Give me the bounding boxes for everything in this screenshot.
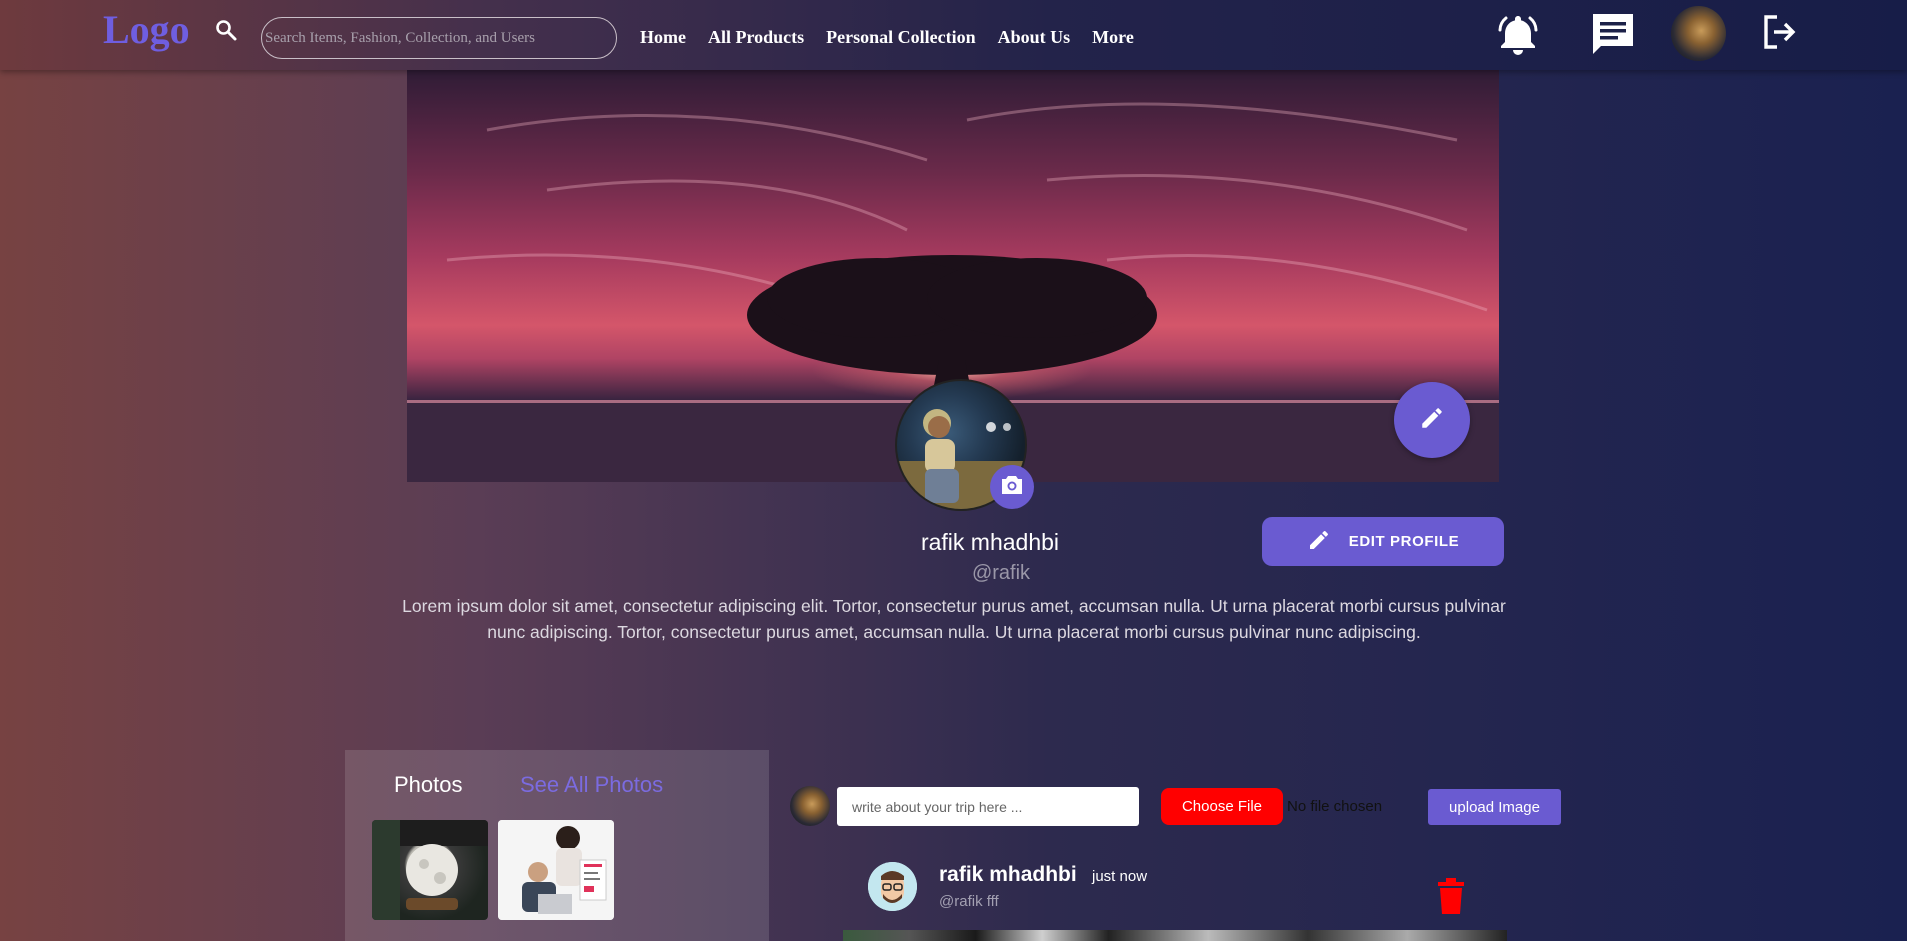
post-timestamp: just now bbox=[1092, 868, 1148, 885]
post-author-handle: @rafik fff bbox=[939, 893, 999, 910]
logout-icon[interactable] bbox=[1761, 13, 1797, 56]
post-author-avatar bbox=[868, 862, 917, 911]
search-input[interactable] bbox=[261, 17, 617, 59]
avatar[interactable] bbox=[1671, 6, 1726, 61]
photos-title: Photos bbox=[394, 772, 463, 797]
edit-profile-label: EDIT PROFILE bbox=[1348, 533, 1460, 550]
nav-link-about-us[interactable]: About Us bbox=[998, 27, 1071, 48]
top-navbar: Logo Home All Products Personal Collecti… bbox=[0, 0, 1907, 70]
search-icon[interactable] bbox=[214, 18, 238, 42]
post-author-name[interactable]: rafik mhadhbi bbox=[939, 863, 1077, 887]
pencil-icon bbox=[1307, 528, 1331, 556]
camera-icon bbox=[1000, 474, 1024, 501]
see-all-photos-link[interactable]: See All Photos bbox=[520, 772, 663, 798]
post-text-input[interactable] bbox=[837, 787, 1139, 826]
nav-link-personal-collection[interactable]: Personal Collection bbox=[826, 27, 975, 48]
profile-name: rafik mhadhbi bbox=[920, 529, 1060, 555]
profile-bio: Lorem ipsum dolor sit amet, consectetur … bbox=[402, 596, 1506, 642]
photo-thumbnail[interactable] bbox=[498, 820, 614, 920]
profile-handle: @rafik bbox=[971, 562, 1031, 584]
composer-avatar bbox=[790, 786, 830, 826]
nav-link-all-products[interactable]: All Products bbox=[708, 27, 804, 48]
logo[interactable]: Logo bbox=[103, 6, 190, 53]
photo-thumbnail[interactable] bbox=[372, 820, 488, 920]
trash-icon[interactable] bbox=[1437, 878, 1465, 919]
edit-cover-button[interactable] bbox=[1394, 382, 1470, 458]
edit-profile-button[interactable]: EDIT PROFILE bbox=[1262, 517, 1504, 566]
nav-links: Home All Products Personal Collection Ab… bbox=[640, 27, 1156, 48]
nav-link-more[interactable]: More bbox=[1092, 27, 1134, 48]
post-image bbox=[843, 930, 1507, 941]
chat-icon[interactable] bbox=[1589, 10, 1637, 63]
file-status: No file chosen bbox=[1287, 798, 1383, 815]
choose-file-button[interactable]: Choose File bbox=[1161, 788, 1283, 825]
upload-image-button[interactable]: upload Image bbox=[1428, 789, 1561, 825]
bell-icon[interactable] bbox=[1494, 10, 1542, 63]
pencil-icon bbox=[1419, 405, 1445, 436]
nav-link-home[interactable]: Home bbox=[640, 27, 686, 48]
change-avatar-button[interactable] bbox=[990, 465, 1034, 509]
